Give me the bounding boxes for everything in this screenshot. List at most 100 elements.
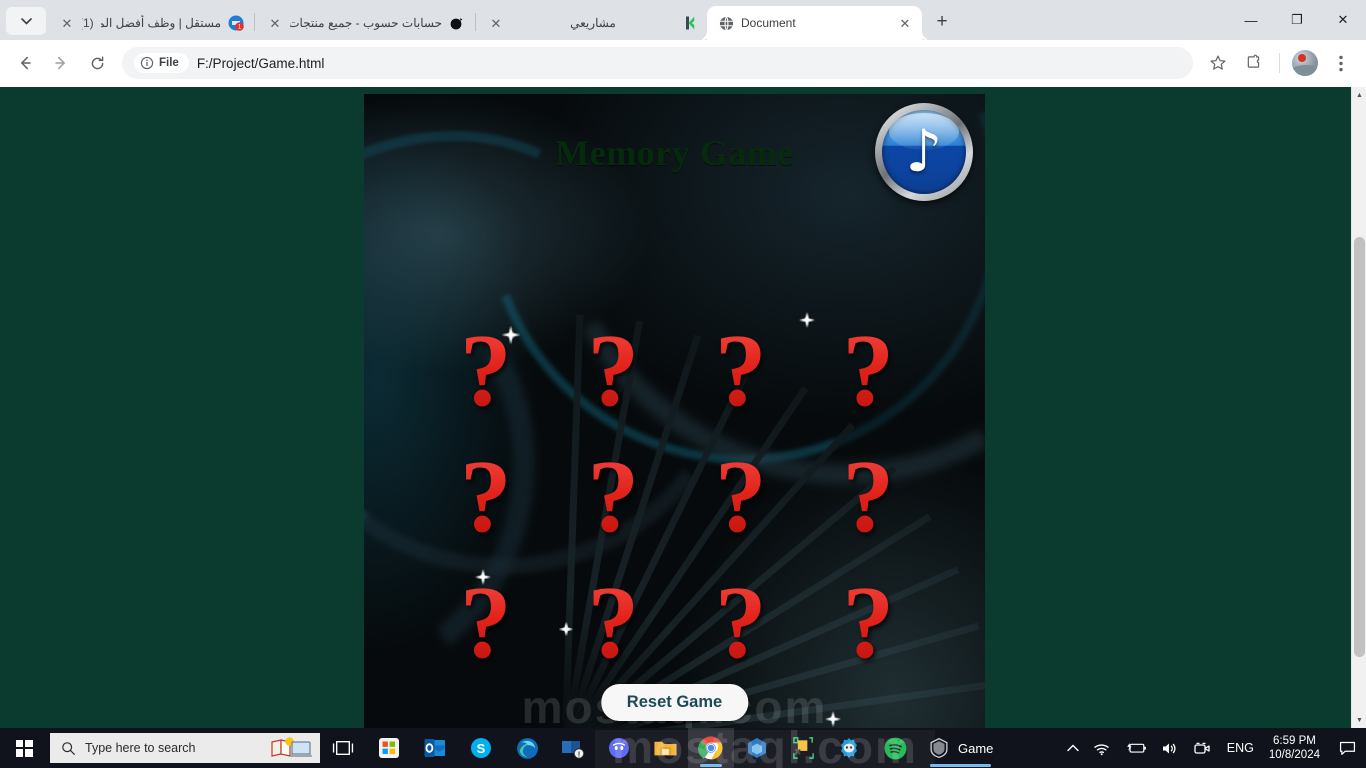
clock-time: 6:59 PM [1273, 735, 1316, 747]
microsoft-store-button[interactable] [366, 728, 412, 768]
network-button[interactable] [1086, 728, 1118, 768]
memory-card[interactable]: ? [825, 319, 913, 423]
windows-taskbar: Type here to search S ! Game ENG 6:59 PM… [0, 728, 1366, 768]
bookmark-button[interactable] [1201, 46, 1235, 80]
back-arrow-icon [21, 56, 31, 70]
chevron-up-icon [1067, 744, 1079, 752]
memory-card[interactable]: ? [442, 445, 530, 549]
scroll-down-button[interactable]: ▼ [1352, 712, 1366, 728]
tab-hsoub[interactable]: حسابات حسوب - جميع منتجات ح ✕ [256, 6, 474, 40]
discord-button[interactable] [596, 728, 642, 768]
music-button-face: ♪ [882, 110, 966, 194]
windows-logo-icon [15, 739, 33, 757]
memory-card[interactable]: ? [442, 319, 530, 423]
speaker-icon [1162, 743, 1176, 753]
page-viewport: Memory Game ♪ ? ? ? ? ? ? ? ? ? ? ? ? m [0, 87, 1366, 728]
volume-button[interactable] [1154, 728, 1186, 768]
mostaql-icon: 1 [228, 15, 244, 31]
globe-icon [718, 15, 734, 31]
site-info-chip[interactable]: File [134, 53, 189, 73]
tab-title: مستقل | وظف أفضل المستقل [100, 16, 221, 30]
music-note-icon: ♪ [905, 116, 943, 185]
language-indicator[interactable]: ENG [1218, 741, 1263, 755]
memory-card[interactable]: ? [570, 571, 658, 675]
tab-khamsat[interactable]: مشاريعي ✕ [477, 6, 707, 40]
tray-overflow-button[interactable] [1060, 728, 1086, 768]
tab-title: حسابات حسوب - جميع منتجات ح [290, 16, 442, 30]
toolbar-divider [1279, 53, 1280, 73]
tab-close-button[interactable]: ✕ [897, 15, 913, 31]
system-tray: ENG 6:59 PM 10/8/2024 [1060, 728, 1366, 768]
svg-text:S: S [477, 741, 486, 756]
task-view-button[interactable] [320, 728, 366, 768]
tab-document[interactable]: Document ✕ [707, 6, 922, 40]
onedrive-warning-icon: ! [562, 741, 585, 759]
browser-toolbar: File F:/Project/Game.html [0, 40, 1366, 87]
search-illustration-icon [271, 737, 312, 757]
scheme-label: File [159, 57, 179, 69]
start-button[interactable] [0, 728, 48, 768]
extensions-button[interactable] [1237, 46, 1271, 80]
file-explorer-button[interactable] [642, 728, 688, 768]
edge-button[interactable] [504, 728, 550, 768]
memory-card[interactable]: ? [825, 571, 913, 675]
chevron-down-icon [20, 17, 32, 25]
toolbar-actions [1201, 46, 1358, 80]
memory-card[interactable]: ? [442, 571, 530, 675]
chrome-menu-button[interactable] [1324, 46, 1358, 80]
battery-button[interactable] [1118, 728, 1154, 768]
address-bar[interactable]: File F:/Project/Game.html [122, 47, 1193, 79]
settings-app-button[interactable] [826, 728, 872, 768]
spotify-button[interactable] [872, 728, 918, 768]
new-tab-button[interactable]: + [928, 7, 956, 35]
url-text[interactable]: F:/Project/Game.html [197, 56, 1187, 71]
gear-robot-icon [841, 738, 857, 758]
onedrive-sync-button[interactable]: ! [550, 728, 596, 768]
scrollbar-thumb[interactable] [1354, 237, 1365, 657]
google-chrome-button[interactable] [688, 728, 734, 768]
tab-search-button[interactable] [6, 7, 46, 35]
memory-card[interactable]: ? [697, 319, 785, 423]
memory-card[interactable]: ? [697, 571, 785, 675]
maximize-button[interactable]: ❐ [1274, 0, 1320, 40]
notifications-button[interactable] [1330, 728, 1364, 768]
chrome-icon [698, 736, 723, 760]
memory-card[interactable]: ? [570, 445, 658, 549]
browser-window: 1 مستقل | وظف أفضل المستقل (1) ✕ حسابات … [0, 0, 1366, 768]
microsoft-365-button[interactable] [734, 728, 780, 768]
camera-icon [1194, 742, 1210, 754]
svg-text:!: ! [578, 749, 581, 758]
sparkle-icon [796, 309, 818, 331]
back-button[interactable] [8, 46, 42, 80]
skype-button[interactable]: S [458, 728, 504, 768]
tab-close-button[interactable]: ✕ [488, 15, 504, 31]
scroll-up-button[interactable]: ▲ [1352, 87, 1366, 103]
tab-unread-count: (1) [82, 16, 94, 30]
taskbar-icons: S ! Game [320, 728, 1003, 768]
profile-button[interactable] [1288, 46, 1322, 80]
office-icon [748, 738, 766, 758]
card-grid: ? ? ? ? ? ? ? ? ? ? ? ? [442, 319, 913, 675]
minimize-button[interactable]: — [1228, 0, 1274, 40]
memory-card[interactable]: ? [825, 445, 913, 549]
tab-close-button[interactable]: ✕ [59, 15, 75, 31]
page-scrollbar[interactable]: ▲ ▼ [1351, 87, 1366, 728]
memory-card[interactable]: ? [570, 319, 658, 423]
tab-mostaql[interactable]: 1 مستقل | وظف أفضل المستقل (1) ✕ [48, 6, 253, 40]
memory-card[interactable]: ? [697, 445, 785, 549]
discord-icon [609, 738, 629, 758]
tab-close-button[interactable]: ✕ [267, 15, 283, 31]
utilities-button[interactable] [780, 728, 826, 768]
reload-button[interactable] [80, 46, 114, 80]
music-toggle-button[interactable]: ♪ [875, 103, 973, 201]
clock[interactable]: 6:59 PM 10/8/2024 [1263, 734, 1330, 762]
reset-game-button[interactable]: Reset Game [600, 684, 749, 721]
star-icon [1210, 55, 1226, 70]
outlook-button[interactable] [412, 728, 458, 768]
taskbar-window-game[interactable]: Game [918, 728, 1003, 768]
forward-button[interactable] [44, 46, 78, 80]
close-window-button[interactable]: ✕ [1320, 0, 1366, 40]
toolbox-icon [792, 737, 814, 759]
search-input[interactable]: Type here to search [50, 733, 320, 763]
meet-camera-button[interactable] [1186, 728, 1218, 768]
